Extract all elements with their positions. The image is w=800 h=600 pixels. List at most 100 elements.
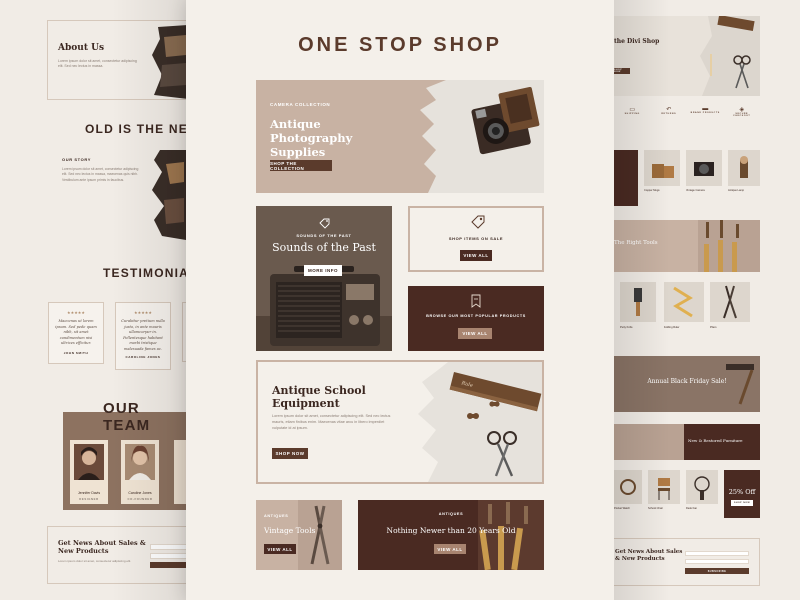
email-field[interactable]: [150, 553, 186, 559]
camera-image: [694, 162, 714, 176]
watch-image: [620, 479, 636, 495]
feature-item: ↶ RETURNS: [654, 106, 684, 134]
popular-label: BROWSE OUR MOST POPULAR PRODUCTS: [426, 314, 526, 318]
about-us-title: About Us: [58, 43, 105, 53]
team-heading: OUR TEAM: [103, 400, 151, 434]
product-thumb[interactable]: [620, 282, 656, 322]
main-page: ONE STOP SHOP CAMERA COLLECTION Antique …: [186, 0, 614, 600]
newer-eyebrow: ANTIQUES: [438, 512, 464, 516]
brush-image: [726, 364, 754, 405]
right-preview-page: the Divi Shop SHOP NOW ▭ SHIPPING ↶ RETURN…: [614, 0, 800, 600]
popular-card: BROWSE OUR MOST POPULAR PRODUCTS VIEW AL…: [408, 286, 544, 351]
rating-stars: ★★★★★: [134, 310, 152, 315]
pliers-image: [298, 500, 342, 570]
newsletter-title: Get News About Sales & New Products: [58, 539, 146, 555]
more-info-button[interactable]: MORE INFO: [304, 265, 342, 276]
lamp-image: [740, 156, 748, 178]
product-row: Copper Mugs Vintage Camera Antique Lamp: [614, 150, 760, 206]
product-thumb[interactable]: [664, 282, 704, 322]
subscribe-button[interactable]: [150, 562, 186, 568]
product-thumb[interactable]: [728, 150, 760, 186]
sale-card: SHOP ITEMS ON SALE VIEW ALL: [408, 206, 544, 272]
team-member-card-edge: [174, 440, 186, 504]
discount-button[interactable]: SHOP NOW: [731, 500, 753, 506]
product-thumb[interactable]: [710, 282, 750, 322]
product-thumb[interactable]: [644, 150, 680, 186]
tools-title: Vintage Tools: [264, 526, 316, 535]
feature-label: RETURNS: [661, 113, 677, 115]
product-thumb[interactable]: [648, 470, 680, 504]
team-member-card: Caroline Jones CO-FOUNDER: [121, 440, 159, 504]
right-subscribe-button[interactable]: SUBSCRIBE: [685, 568, 749, 574]
radio-card: SOUNDS OF THE PAST Sounds of the Past MO…: [256, 206, 392, 351]
team-member-name: Jennifer Davis: [77, 491, 101, 495]
radio-title: Sounds of the Past: [272, 241, 376, 254]
folding-ruler-image: [673, 286, 693, 318]
name-field[interactable]: [150, 544, 186, 550]
shop-now-button[interactable]: SHOP NOW: [272, 448, 308, 459]
school-text: Lorem ipsum dolor sit amet, consectetur …: [272, 414, 391, 430]
right-hero-title: the Divi Shop: [614, 38, 660, 45]
right-email-field[interactable]: [685, 559, 749, 564]
testimonial-card: ★★★★★ Curabitur pretium nulla justo, in …: [115, 302, 171, 370]
about-us-text: Lorem ipsum dolor sit amet, consectetur …: [58, 59, 137, 68]
team-member-card: Jennifer Davis DESIGNER: [70, 440, 108, 504]
team-member-role: CO-FOUNDER: [127, 497, 153, 501]
newer-card: ANTIQUES Nothing Newer than 20 Years Old…: [358, 500, 544, 570]
feature-item: ▭ SHIPPING: [617, 106, 647, 134]
product-thumb[interactable]: [686, 470, 718, 504]
right-newsletter-title: Get News About Sales & New Products: [615, 549, 683, 562]
rulers-image: [478, 500, 544, 570]
hero-eyebrow: CAMERA COLLECTION: [270, 102, 331, 107]
shield-icon: ◈: [739, 107, 745, 113]
hero-tools-image: [700, 16, 760, 96]
feature-label: BRAND PRODUCTS: [690, 112, 720, 114]
team-member-role: DESIGNER: [79, 497, 99, 501]
right-hero: the Divi Shop SHOP NOW: [614, 16, 760, 96]
left-heading: OLD IS THE NEW N: [85, 122, 186, 136]
pliers-image: [723, 285, 737, 319]
testimonial-card: ★★★★★ Maecenas ut lorem ipsum. Sed pede …: [48, 302, 104, 364]
popular-view-all-button[interactable]: VIEW ALL: [458, 328, 492, 339]
tools-banner-title: The Right Tools: [614, 240, 658, 246]
product-row: Putty Knife Folding Ruler Pliers: [614, 282, 760, 334]
mug-image: [652, 164, 674, 178]
tools-view-all-button[interactable]: VIEW ALL: [264, 544, 296, 554]
sale-view-all-button[interactable]: VIEW ALL: [460, 250, 492, 261]
product-name: School Chair: [648, 507, 663, 510]
page-title: ONE STOP SHOP: [298, 34, 502, 56]
shop-collection-button[interactable]: SHOP THE COLLECTION: [270, 160, 332, 171]
product-name: Folding Ruler: [664, 326, 680, 329]
tools-eyebrow: ANTIQUES: [264, 514, 289, 518]
category-tile: [614, 150, 638, 206]
newsletter-text: Lorem ipsum dolor sit amet, consectetur …: [58, 559, 132, 563]
team-member-name: Caroline Jones: [128, 491, 152, 495]
product-name: Vintage Camera: [686, 189, 705, 192]
hero-title: Antique Photography Supplies: [270, 117, 353, 159]
product-name: Pocket Watch: [614, 507, 630, 510]
radio-eyebrow: SOUNDS OF THE PAST: [296, 233, 352, 238]
vintage-tools-card: ANTIQUES Vintage Tools VIEW ALL: [256, 500, 342, 570]
team-photo: [125, 444, 155, 480]
product-row: 25% Off SHOP NOW Pocket Watch School Cha…: [614, 470, 760, 520]
product-thumb[interactable]: [686, 150, 722, 186]
testimonial-quote: Curabitur pretium nulla justo, in ante m…: [121, 319, 165, 351]
product-thumb[interactable]: [614, 470, 642, 504]
our-story-text: Lorem ipsum dolor sit amet, consectetur …: [62, 167, 139, 182]
newer-view-all-button[interactable]: VIEW ALL: [434, 544, 466, 554]
sale-banner: Annual Black Friday Sale!: [614, 356, 760, 412]
product-name: Copper Mugs: [644, 189, 660, 192]
newsletter-box: Get News About Sales & New Products Lore…: [47, 526, 186, 584]
right-hero-button[interactable]: SHOP NOW: [614, 68, 630, 74]
restored-panel: New & Restored Furniture: [684, 424, 760, 460]
right-name-field[interactable]: [685, 551, 749, 556]
about-us-box: About Us Lorem ipsum dolor sit amet, con…: [47, 20, 186, 100]
rulers-image: [698, 220, 760, 272]
school-card: Rule Antique School Equipment Lorem ipsu…: [256, 360, 544, 484]
product-name: Antique Lamp: [728, 189, 745, 192]
newer-title: Nothing Newer than 20 Years Old: [386, 526, 516, 535]
camera-image: [420, 80, 544, 193]
feature-row: ▭ SHIPPING ↶ RETURNS ▬ BRAND PRODUCTS ◈ SECU…: [614, 106, 760, 134]
school-title: Antique School Equipment: [272, 384, 366, 410]
tag-icon: [471, 215, 485, 229]
